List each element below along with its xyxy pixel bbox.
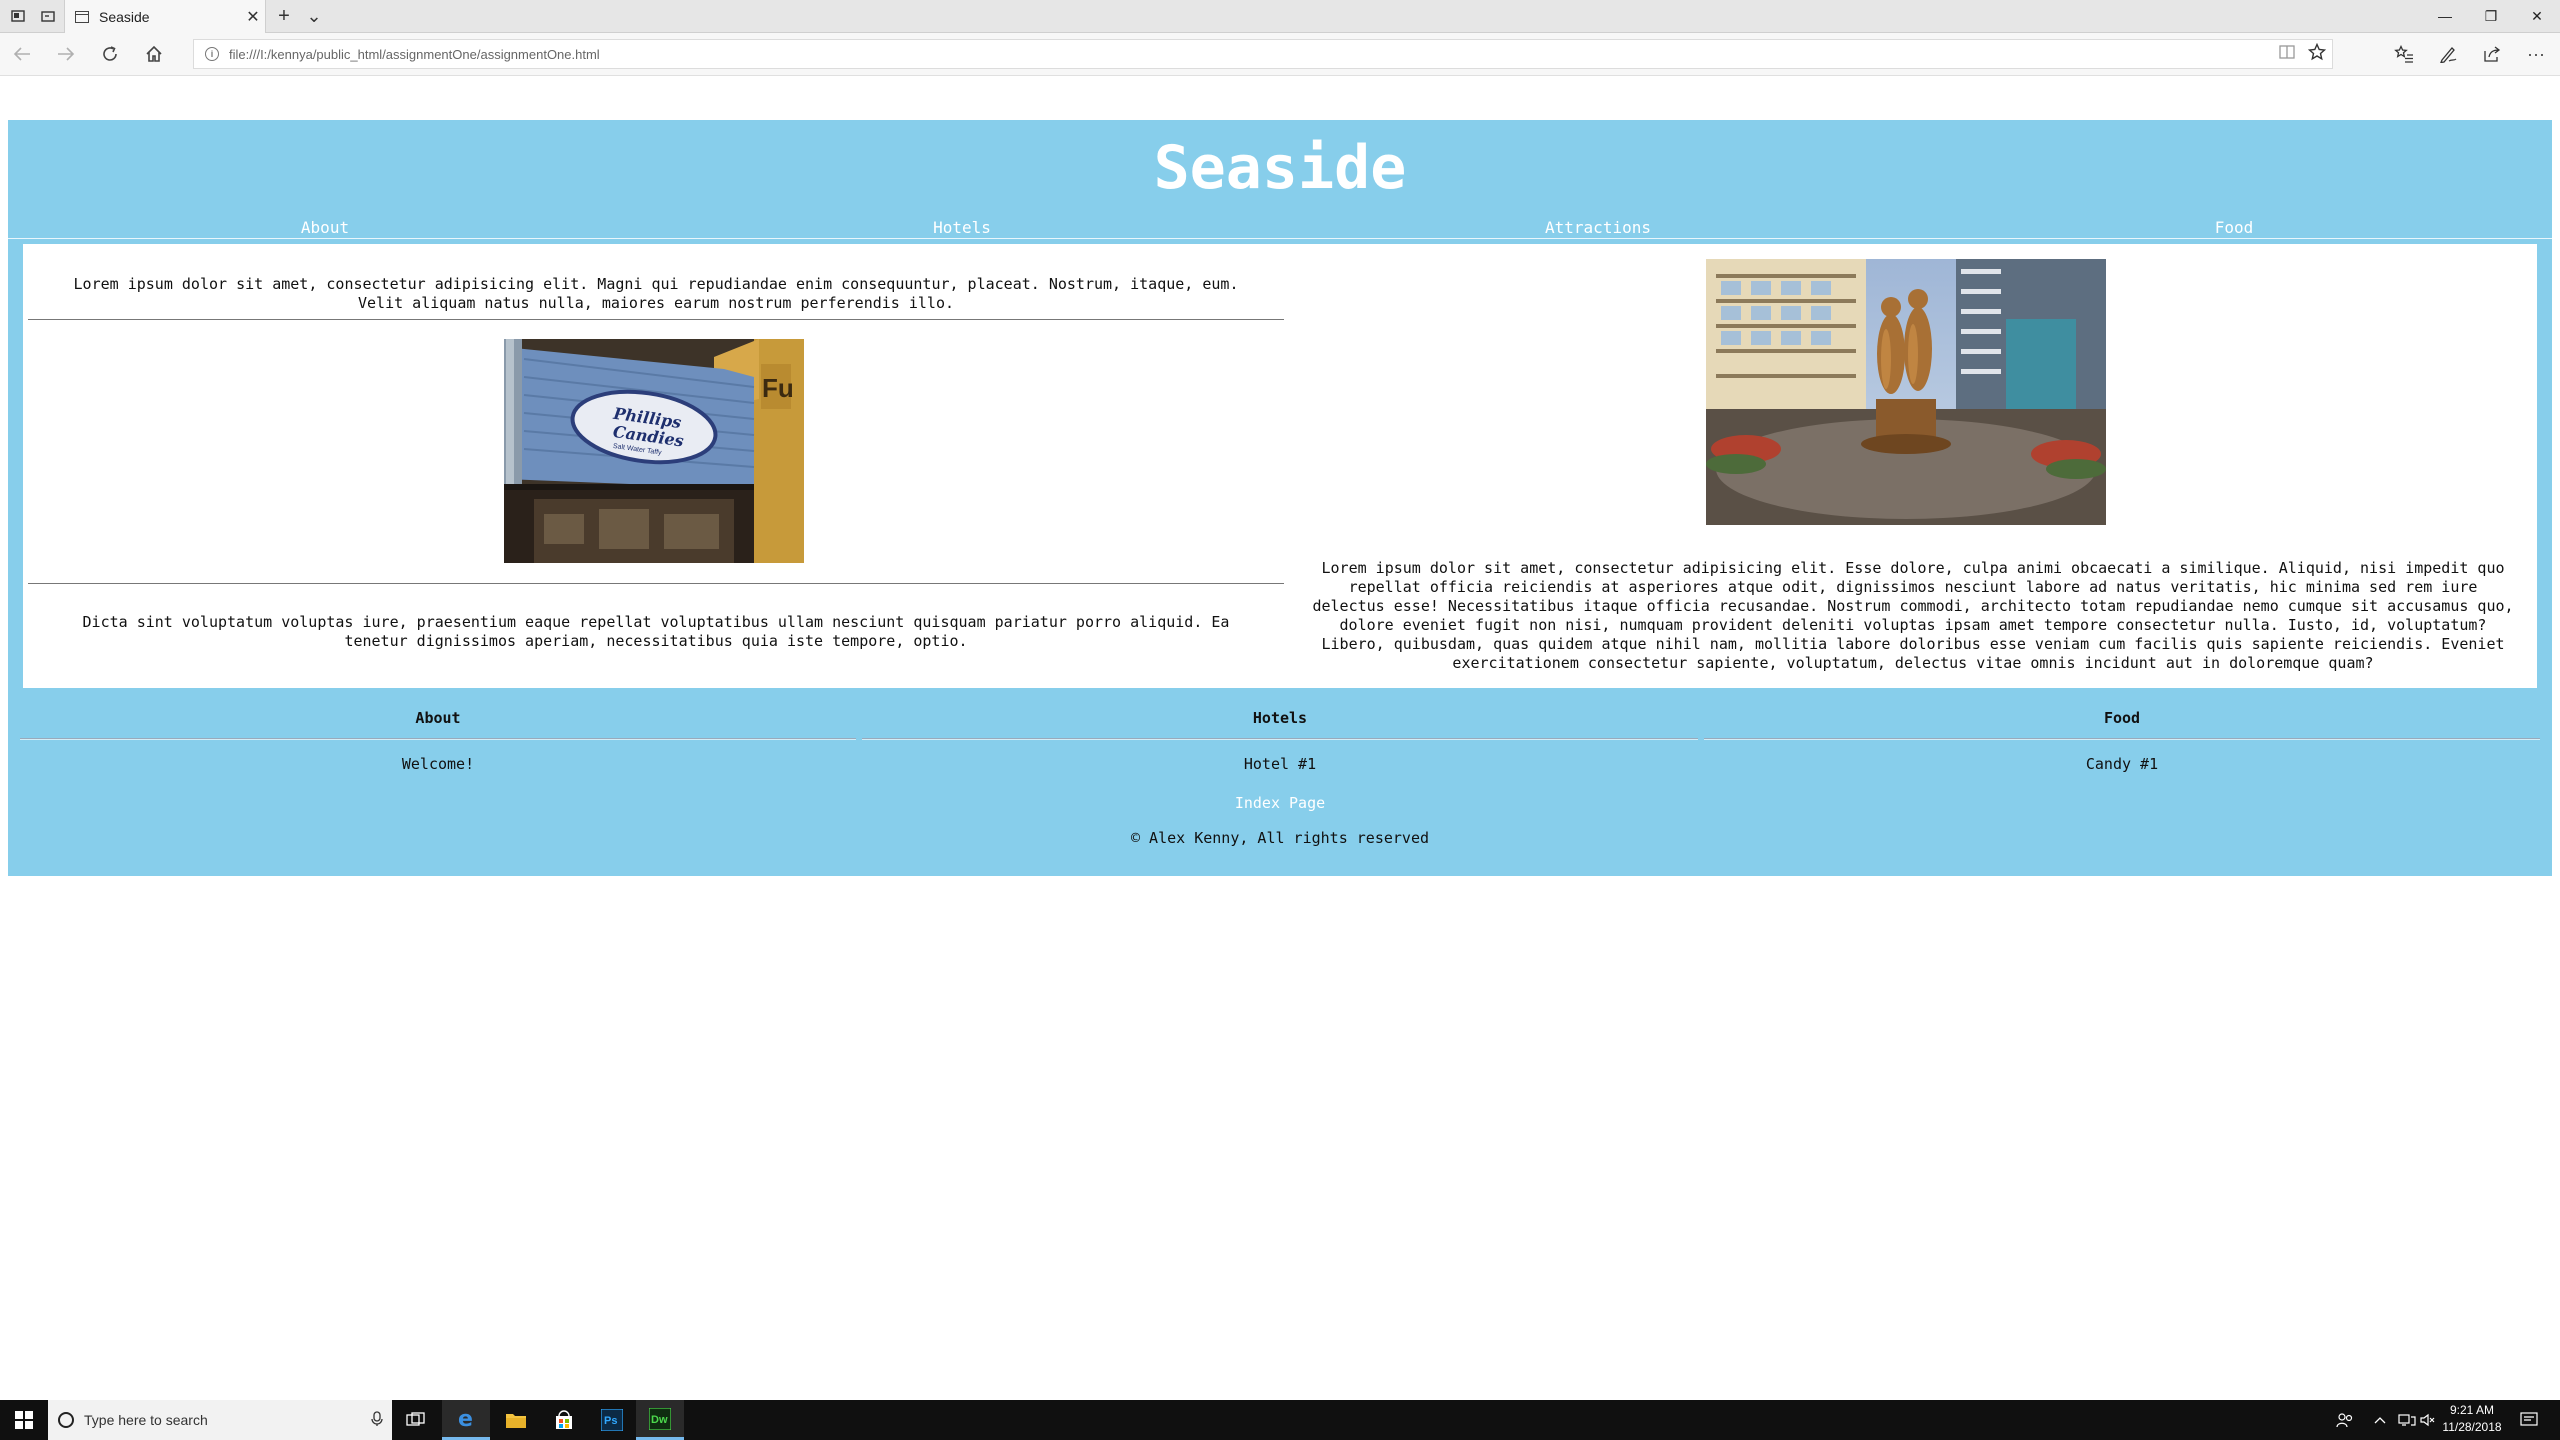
copyright-text: © Alex Kenny, All rights reserved (1130, 829, 1429, 847)
index-page-link[interactable]: Index Page (8, 794, 2552, 812)
tab-list-chevron-icon[interactable]: ⌄ (300, 0, 328, 32)
address-bar[interactable]: i file:///I:/kennya/public_html/assignme… (193, 39, 2333, 69)
footer-rule (862, 738, 1698, 740)
dreamweaver-icon[interactable]: Dw (636, 1400, 684, 1440)
address-url[interactable]: file:///I:/kennya/public_html/assignment… (229, 47, 2272, 62)
svg-text:Fu: Fu (762, 373, 794, 403)
notifications-icon[interactable] (2520, 1400, 2538, 1440)
set-aside-tabs-icon[interactable] (34, 0, 62, 32)
tab-preview-icon[interactable] (4, 0, 32, 32)
tab-title: Seaside (99, 8, 150, 25)
web-note-pen-icon[interactable] (2430, 37, 2466, 71)
taskbar-search[interactable]: Type here to search (48, 1400, 392, 1440)
store-icon[interactable] (540, 1400, 588, 1440)
more-options-icon[interactable]: ··· (2518, 37, 2554, 71)
nav-link-attractions[interactable]: Attractions (1545, 218, 1651, 237)
clock-date: 11/28/2018 (2442, 1420, 2502, 1434)
browser-navbar: i file:///I:/kennya/public_html/assignme… (0, 33, 2560, 76)
intro-paragraph: Lorem ipsum dolor sit amet, consectetur … (73, 275, 1239, 312)
page-icon (75, 10, 89, 23)
footer-link-welcome[interactable]: Welcome! (20, 754, 856, 774)
share-icon[interactable] (2474, 37, 2510, 71)
new-tab-icon[interactable]: + (270, 0, 298, 32)
left-column: Lorem ipsum dolor sit amet, consectetur … (23, 244, 1289, 688)
nav-link-about[interactable]: About (301, 218, 349, 237)
favorite-star-icon[interactable] (2302, 42, 2332, 66)
microphone-icon[interactable] (362, 1410, 392, 1430)
photoshop-icon[interactable]: Ps (588, 1400, 636, 1440)
site-title: Seaside (1153, 133, 1407, 203)
nav-divider (8, 238, 2552, 239)
task-view-icon[interactable] (392, 1400, 440, 1440)
photoshop-label: Ps (604, 1415, 617, 1427)
tab-close-icon[interactable]: ✕ (241, 7, 265, 27)
nav-link-hotels[interactable]: Hotels (933, 218, 991, 237)
svg-text:e: e (458, 1408, 473, 1430)
divider-top (28, 319, 1284, 320)
search-placeholder[interactable]: Type here to search (84, 1412, 362, 1428)
site-info-icon[interactable]: i (205, 47, 219, 61)
footer-link-candy-1[interactable]: Candy #1 (1704, 754, 2540, 774)
browser-tab[interactable]: Seaside ✕ (64, 0, 266, 33)
main-content: Lorem ipsum dolor sit amet, consectetur … (23, 244, 2537, 688)
close-window-icon[interactable]: ✕ (2514, 0, 2560, 32)
footer-rule (1704, 738, 2540, 740)
back-icon[interactable] (4, 37, 40, 71)
divider-bottom (28, 583, 1284, 584)
footer-col-food: Food Candy #1 (1704, 708, 2540, 774)
footer-col-hotels: Hotels Hotel #1 (862, 708, 1698, 774)
cortana-circle-icon (58, 1412, 74, 1428)
footer-col-about: About Welcome! (20, 708, 856, 774)
windows-start-icon[interactable] (0, 1400, 48, 1440)
footer-columns: About Welcome! Hotels Hotel #1 Food Cand… (20, 708, 2540, 778)
edge-icon[interactable]: e (442, 1400, 490, 1440)
file-explorer-icon[interactable] (492, 1400, 540, 1440)
taskbar-clock[interactable]: 9:21 AM 11/28/2018 (2432, 1402, 2512, 1436)
reading-view-icon[interactable] (2272, 44, 2302, 64)
tray-chevron-icon[interactable] (2374, 1400, 2386, 1440)
footer-heading-food: Food (2103, 709, 2141, 727)
footer-heading-hotels: Hotels (1252, 709, 1308, 727)
restore-icon[interactable]: ❐ (2468, 0, 2514, 32)
taskbar: Type here to search e Ps Dw 9:21 AM 11/2… (0, 1400, 2560, 1440)
second-paragraph: Dicta sint voluptatum voluptas iure, pra… (82, 613, 1230, 650)
clock-time: 9:21 AM (2449, 1403, 2495, 1417)
refresh-icon[interactable] (92, 37, 128, 71)
home-icon[interactable] (136, 37, 172, 71)
candy-shop-photo: Fu Phillips Candies Salt Water Taffy (504, 339, 804, 563)
attractions-paragraph: Lorem ipsum dolor sit amet, consectetur … (1312, 559, 2514, 672)
people-icon[interactable] (2336, 1400, 2354, 1440)
network-icon[interactable] (2398, 1400, 2416, 1440)
footer-link-hotel-1[interactable]: Hotel #1 (862, 754, 1698, 774)
favorites-hub-icon[interactable] (2386, 37, 2422, 71)
nav-link-food[interactable]: Food (2215, 218, 2254, 237)
dreamweaver-label: Dw (651, 1414, 668, 1426)
browser-titlebar: Seaside ✕ + ⌄ — ❐ ✕ (0, 0, 2560, 33)
statue-photo (1706, 259, 2106, 525)
right-column: Lorem ipsum dolor sit amet, consectetur … (1289, 244, 2537, 688)
minimize-icon[interactable]: — (2422, 0, 2468, 32)
forward-icon[interactable] (48, 37, 84, 71)
seaside-page: Seaside About Hotels Attractions Food Lo… (8, 120, 2552, 876)
footer-heading-about: About (415, 709, 461, 727)
footer-rule (20, 738, 856, 740)
